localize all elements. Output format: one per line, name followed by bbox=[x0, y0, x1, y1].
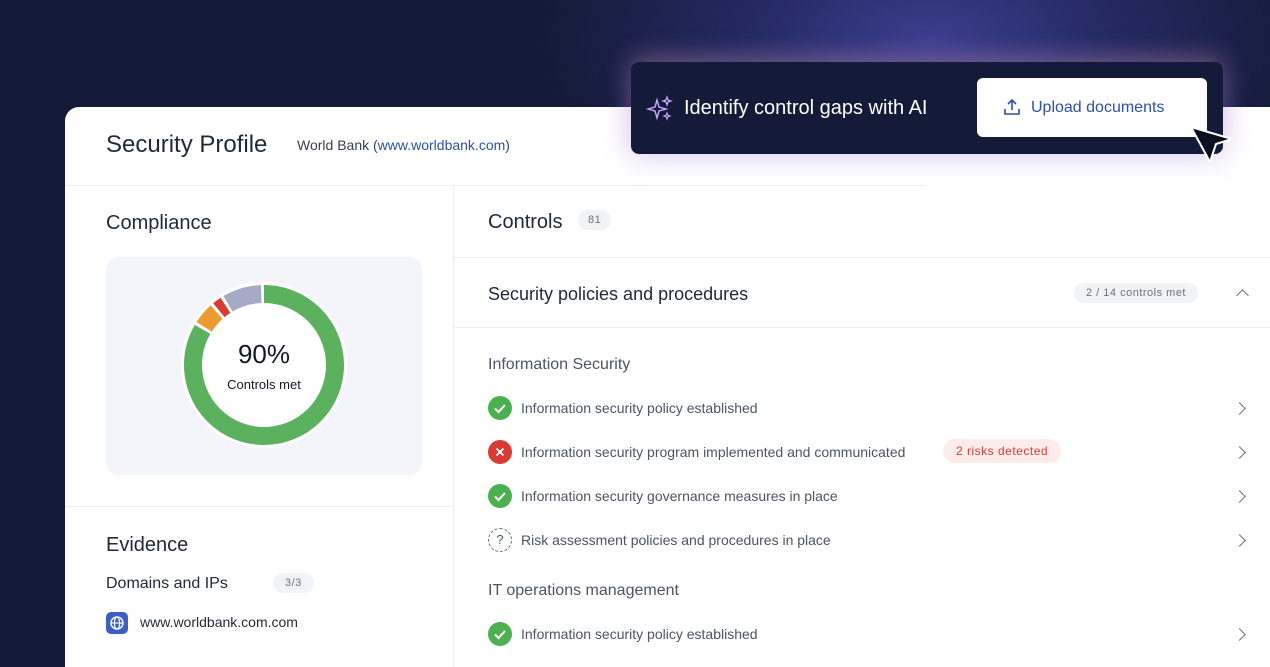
control-label: Information security policy established bbox=[521, 400, 758, 416]
group-title: Information Security bbox=[488, 356, 631, 373]
control-row[interactable]: Information security policy established bbox=[488, 396, 1268, 420]
compliance-percent: 90% bbox=[237, 339, 291, 369]
organization-link[interactable]: www.worldbank.com bbox=[378, 137, 506, 153]
banner-text: Identify control gaps with AI bbox=[684, 97, 928, 119]
chevron-up-icon[interactable] bbox=[1236, 289, 1249, 302]
check-circle-icon bbox=[488, 484, 512, 508]
domains-label: Domains and IPs bbox=[106, 575, 228, 592]
question-circle-icon: ? bbox=[488, 528, 512, 552]
chevron-right-icon bbox=[1233, 490, 1246, 503]
security-profile-card: Security Profile World Bank (www.worldba… bbox=[65, 107, 1270, 667]
compliance-title: Compliance bbox=[106, 212, 212, 234]
control-row[interactable]: Information security policy established bbox=[488, 622, 1268, 646]
evidence-title: Evidence bbox=[106, 534, 189, 556]
control-row[interactable]: ? Risk assessment policies and procedure… bbox=[488, 528, 1268, 552]
control-row[interactable]: Information security program implemented… bbox=[488, 439, 1268, 464]
divider bbox=[454, 327, 1270, 328]
domains-count-badge: 3/3 bbox=[273, 573, 314, 593]
organization-subtitle: World Bank (www.worldbank.com) bbox=[297, 137, 510, 153]
sparkles-icon bbox=[646, 95, 673, 121]
chevron-right-icon bbox=[1233, 534, 1246, 547]
divider bbox=[65, 506, 453, 507]
category-status-badge: 2 / 14 controls met bbox=[1074, 283, 1198, 303]
error-circle-icon bbox=[488, 440, 512, 464]
control-label: Information security governance measures… bbox=[521, 488, 838, 504]
control-label: Information security policy established bbox=[521, 626, 758, 642]
page-title: Security Profile bbox=[106, 131, 268, 158]
upload-documents-button[interactable]: Upload documents bbox=[977, 78, 1207, 137]
domain-item[interactable]: www.worldbank.com.com bbox=[140, 614, 298, 630]
control-label: Information security program implemented… bbox=[521, 444, 906, 460]
compliance-donut-card: 90% Controls met bbox=[106, 257, 422, 475]
chevron-right-icon bbox=[1233, 402, 1246, 415]
group-title: IT operations management bbox=[488, 582, 679, 599]
category-header[interactable]: Security policies and procedures 2 / 14 … bbox=[454, 258, 1270, 327]
control-row[interactable]: Information security governance measures… bbox=[488, 484, 1268, 508]
check-circle-icon bbox=[488, 396, 512, 420]
left-panel: Compliance 90% Controls met Evidence Dom… bbox=[65, 185, 454, 667]
controls-title: Controls bbox=[488, 211, 563, 233]
ai-banner: Identify control gaps with AI Upload doc… bbox=[631, 62, 1223, 154]
upload-button-label: Upload documents bbox=[1031, 99, 1165, 116]
control-label: Risk assessment policies and procedures … bbox=[521, 532, 831, 548]
risk-badge: 2 risks detected bbox=[943, 439, 1062, 463]
mouse-pointer-icon bbox=[1190, 126, 1233, 163]
globe-icon bbox=[106, 612, 128, 634]
category-title: Security policies and procedures bbox=[488, 284, 749, 304]
compliance-label: Controls met bbox=[227, 377, 301, 392]
chevron-right-icon bbox=[1233, 446, 1246, 459]
upload-icon bbox=[1004, 98, 1020, 115]
controls-panel: Controls 81 Security policies and proced… bbox=[454, 185, 1270, 667]
check-circle-icon bbox=[488, 622, 512, 646]
chevron-right-icon bbox=[1233, 628, 1246, 641]
controls-count-badge: 81 bbox=[578, 210, 612, 230]
